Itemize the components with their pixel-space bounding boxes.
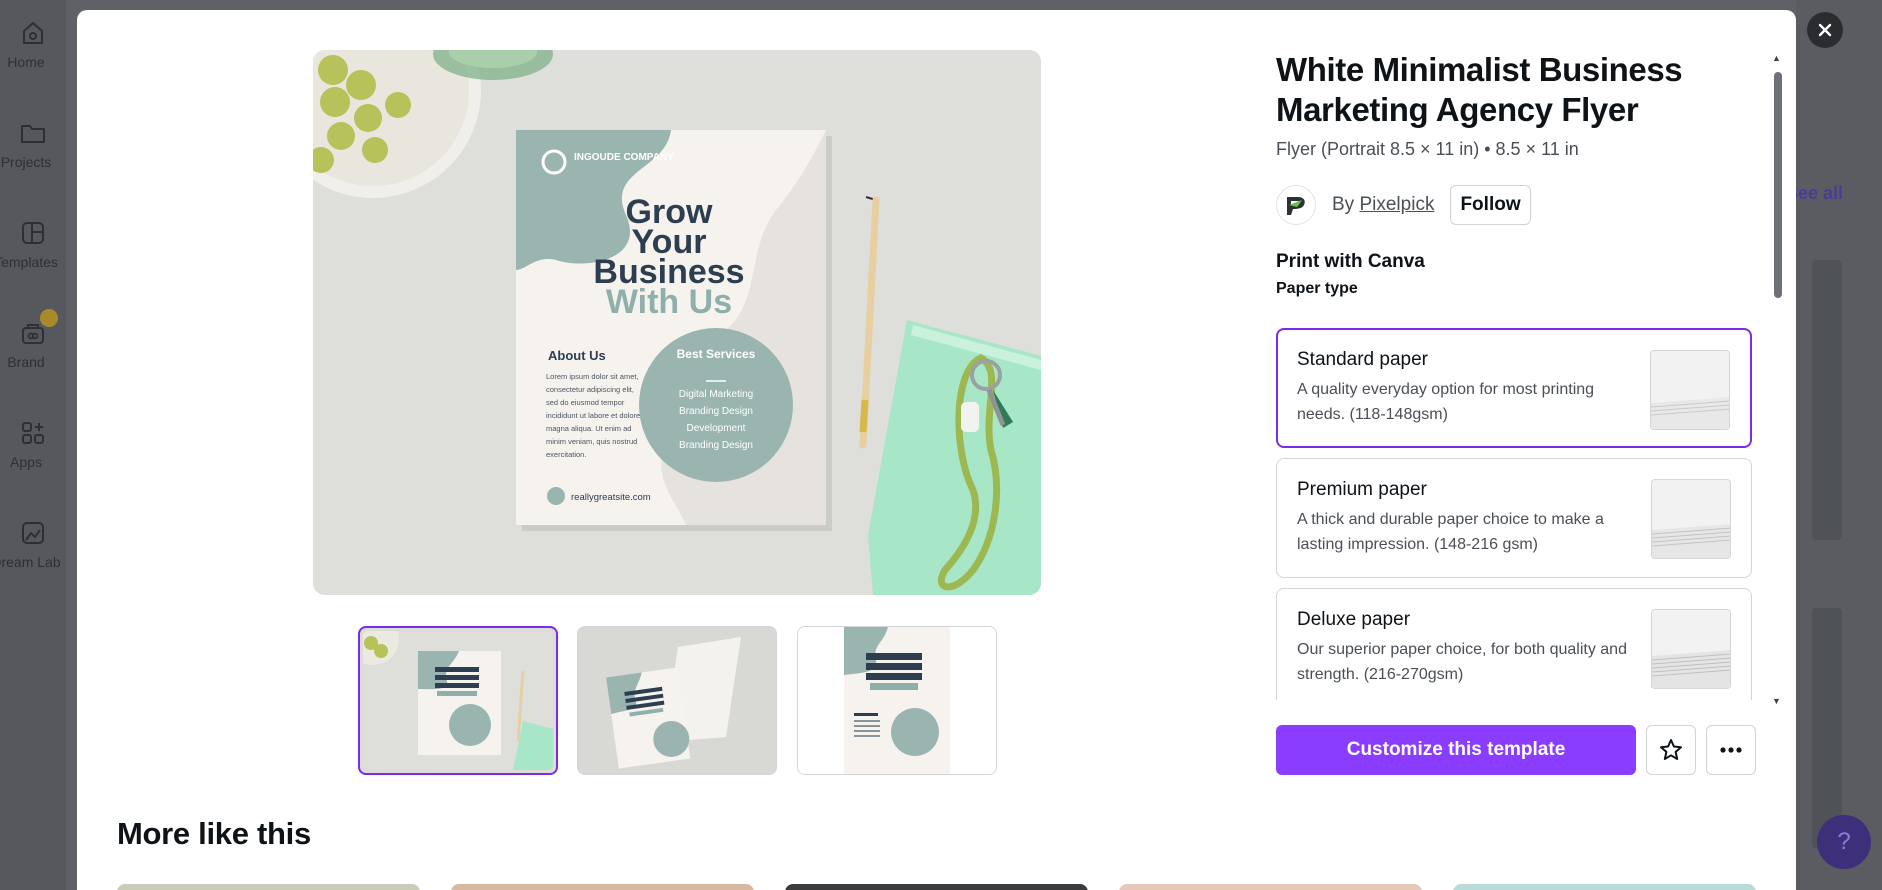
author-byline: By Pixelpick xyxy=(1332,194,1434,216)
by-label: By xyxy=(1332,194,1355,215)
flyer-services-title: Best Services xyxy=(676,348,756,361)
paper-option-deluxe[interactable]: Deluxe paper Our superior paper choice, … xyxy=(1276,588,1752,700)
scrollbar-thumb[interactable] xyxy=(1774,72,1782,298)
sidebar-item-brand[interactable]: Brand xyxy=(0,318,66,370)
related-template-card[interactable] xyxy=(1453,884,1756,890)
paper-option-description: Our superior paper choice, for both qual… xyxy=(1297,641,1627,683)
related-template-card[interactable] xyxy=(1119,884,1422,890)
template-title: White Minimalist Business Marketing Agen… xyxy=(1276,51,1683,128)
template-details-panel: White Minimalist Business Marketing Agen… xyxy=(1276,50,1757,298)
star-icon xyxy=(1660,739,1682,760)
thumbnail-3[interactable] xyxy=(797,626,997,775)
flyer-service: Development xyxy=(687,423,746,434)
sidebar-item-label: Apps xyxy=(10,454,42,470)
apps-icon xyxy=(22,422,44,444)
scroll-down-arrow[interactable]: ▼ xyxy=(1772,696,1781,706)
scroll-up-arrow[interactable]: ▲ xyxy=(1772,53,1781,63)
flyer-about-title: About Us xyxy=(548,348,606,363)
sidebar: Home Projects Templates Brand Apps Dream… xyxy=(0,0,66,890)
author-link[interactable]: Pixelpick xyxy=(1359,194,1434,215)
paper-option-standard[interactable]: Standard paper A quality everyday option… xyxy=(1276,328,1752,448)
background-thumbnail xyxy=(1812,608,1842,848)
sidebar-item-label: Dream Lab xyxy=(0,554,61,570)
sidebar-item-home[interactable]: Home xyxy=(0,18,66,70)
paper-option-premium[interactable]: Premium paper A thick and durable paper … xyxy=(1276,458,1752,578)
sidebar-item-dream-lab[interactable]: Dream Lab xyxy=(0,518,66,570)
thumbnail-2[interactable] xyxy=(577,626,777,775)
related-template-card[interactable] xyxy=(785,884,1088,890)
print-heading: Print with Canva xyxy=(1276,251,1425,272)
pixelpick-logo-icon xyxy=(1287,197,1305,215)
paper-stack-image xyxy=(1650,350,1730,430)
close-icon xyxy=(1818,23,1832,37)
flyer-headline-accent: With Us xyxy=(606,283,732,321)
author-row: By Pixelpick Follow xyxy=(1276,185,1757,225)
home-icon xyxy=(23,22,43,44)
flyer-service: Branding Design xyxy=(679,440,753,451)
close-button[interactable] xyxy=(1807,12,1843,48)
more-like-this-heading: More like this xyxy=(117,816,311,851)
sidebar-item-apps[interactable]: Apps xyxy=(0,418,66,470)
flyer-about-text: Lorem ipsum dolor sit amet, consectetur … xyxy=(546,372,641,459)
background-thumbnail xyxy=(1812,260,1842,540)
crown-badge-icon xyxy=(40,309,58,327)
paper-stack-image xyxy=(1651,479,1731,559)
template-modal: INGOUDE COMPANY Grow Your Business With … xyxy=(77,10,1796,890)
paper-option-description: A thick and durable paper choice to make… xyxy=(1297,511,1604,553)
sidebar-item-label: Home xyxy=(7,54,45,70)
related-template-card[interactable] xyxy=(117,884,420,890)
templates-icon xyxy=(22,222,44,244)
paper-option-description: A quality everyday option for most print… xyxy=(1297,381,1595,423)
favorite-button[interactable] xyxy=(1646,725,1696,775)
ellipsis-icon xyxy=(1720,747,1742,753)
flyer-company: INGOUDE COMPANY xyxy=(574,152,674,163)
paper-options-list: Standard paper A quality everyday option… xyxy=(1276,328,1754,700)
paper-stack-image xyxy=(1651,609,1731,689)
template-subtitle: Flyer (Portrait 8.5 × 11 in) • 8.5 × 11 … xyxy=(1276,139,1579,159)
flyer-website: reallygreatsite.com xyxy=(571,492,651,503)
related-template-card[interactable] xyxy=(451,884,754,890)
sidebar-item-projects[interactable]: Projects xyxy=(0,118,66,170)
thumbnail-1[interactable] xyxy=(358,626,558,775)
flyer-service: Digital Marketing xyxy=(679,389,753,400)
sidebar-item-label: Templates xyxy=(0,254,58,270)
sidebar-item-label: Projects xyxy=(0,154,52,170)
dream-lab-icon xyxy=(22,522,44,544)
author-avatar[interactable] xyxy=(1276,185,1316,225)
folder-icon xyxy=(21,125,45,143)
help-button[interactable]: ? xyxy=(1817,815,1871,869)
customize-template-button[interactable]: Customize this template xyxy=(1276,725,1636,775)
sidebar-item-templates[interactable]: Templates xyxy=(0,218,66,270)
sidebar-item-label: Brand xyxy=(7,354,45,370)
paper-type-label: Paper type xyxy=(1276,280,1358,297)
more-options-button[interactable] xyxy=(1706,725,1756,775)
follow-button[interactable]: Follow xyxy=(1450,185,1531,225)
template-preview-image: INGOUDE COMPANY Grow Your Business With … xyxy=(313,50,1041,595)
flyer-service: Branding Design xyxy=(679,406,753,417)
